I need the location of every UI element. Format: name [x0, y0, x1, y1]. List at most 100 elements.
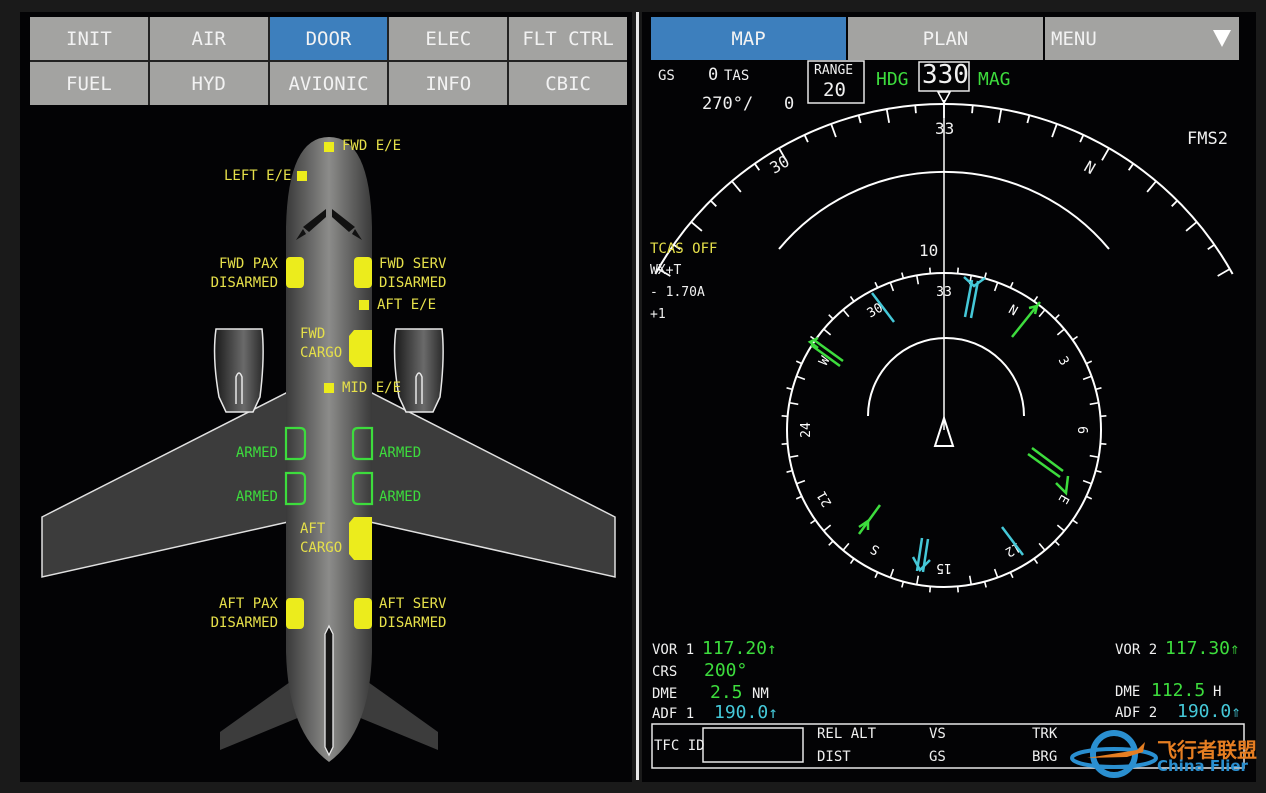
- aft-pax-label: AFT PAX DISARMED: [210, 596, 278, 631]
- wind-speed: 0: [784, 94, 795, 114]
- rose-tick: [915, 275, 920, 285]
- left-engine: [213, 328, 264, 413]
- outer-tick: [830, 123, 837, 138]
- fwd-pax-door: [286, 257, 304, 288]
- rose-label: 30: [865, 301, 886, 322]
- rose-tick: [842, 542, 850, 551]
- rose-tick: [1056, 328, 1065, 336]
- rose-tick-outer: [1072, 335, 1078, 341]
- vor1-freq: 117.20↑: [702, 638, 777, 659]
- dme2-unit: H: [1213, 684, 1222, 700]
- rose-tick-outer: [1100, 414, 1107, 418]
- rose-tick-outer: [828, 540, 834, 546]
- overwing-left-1-status: ARMED: [235, 445, 278, 461]
- gs-traffic-label: GS: [929, 749, 946, 765]
- rose-tick: [1082, 479, 1092, 485]
- range-value[interactable]: 20: [823, 79, 846, 101]
- dme1-label: DME: [652, 686, 678, 702]
- outer-tick: [1146, 180, 1157, 193]
- rel-alt-label: REL ALT: [817, 726, 877, 742]
- fwd-pax-label: FWD PAX DISARMED: [210, 256, 278, 291]
- rose-tick: [789, 401, 799, 406]
- rose-tick-outer: [1095, 469, 1102, 473]
- rose-label: 24: [799, 422, 814, 438]
- rose-tick-outer: [983, 272, 987, 279]
- aft-serv-label: AFT SERV DISARMED: [379, 596, 447, 631]
- rose-label: 15: [936, 560, 952, 575]
- overwing-right-1-status: ARMED: [379, 445, 422, 461]
- aft-ee-hatch: [359, 300, 369, 310]
- brg-label: BRG: [1032, 749, 1058, 765]
- adf1-freq: 190.0↑: [714, 702, 778, 723]
- navigation-display-panel: MAP PLAN MENU 33 N 3 6 E 12 15 S 21 24 W 30: [642, 12, 1257, 782]
- outer-tick: [1051, 123, 1058, 138]
- adf2-bearing-pointer-icon: [871, 292, 1024, 556]
- panel-divider: [636, 12, 639, 780]
- rose-tick-outer: [1095, 387, 1102, 391]
- rose-tick-outer: [1100, 442, 1107, 446]
- aft-serv-door: [354, 598, 372, 629]
- adf1-label: ADF 1: [652, 706, 695, 722]
- rose-tick-outer: [786, 387, 793, 391]
- range-ring-label: 10: [919, 241, 939, 260]
- vor1-bearing-pointer-icon: [807, 336, 1070, 496]
- aft-cargo-label: AFT CARGO: [300, 521, 343, 556]
- adf2-label: ADF 2: [1115, 705, 1158, 721]
- rose-tick-outer: [928, 586, 932, 593]
- tas-label: TAS: [724, 68, 750, 84]
- outer-tick: [1185, 221, 1198, 232]
- outer-tick: [1026, 115, 1031, 124]
- trk-label: TRK: [1032, 726, 1058, 742]
- rose-tick-outer: [874, 281, 879, 289]
- tcas-status: TCAS OFF: [650, 241, 718, 257]
- outer-tick: [803, 134, 809, 143]
- outer-tick: [1101, 147, 1110, 161]
- rose-label: E: [1055, 492, 1072, 506]
- outer-tick: [971, 105, 974, 114]
- rose-tick-outer: [795, 495, 803, 500]
- tfc-id-field[interactable]: [702, 727, 804, 763]
- vs-label: VS: [929, 726, 946, 742]
- rose-tick: [823, 328, 832, 336]
- dme1-value: 2.5: [710, 682, 743, 703]
- left-stabilizer: [220, 682, 300, 750]
- gs-label: GS: [658, 68, 675, 84]
- mag-label: MAG: [978, 69, 1011, 90]
- rose-tick-outer: [1085, 495, 1093, 500]
- left-ee-label: LEFT E/E: [224, 168, 292, 184]
- rose-tick-outer: [901, 581, 905, 588]
- rose-tick-outer: [781, 442, 788, 446]
- vor1-label: VOR 1: [652, 642, 695, 658]
- rose-tick: [889, 282, 895, 292]
- aft-cargo-door: [349, 517, 372, 560]
- watermark-logo: [1067, 724, 1162, 788]
- rose-tick-outer: [1009, 571, 1014, 579]
- rose-tick: [842, 309, 850, 318]
- left-wing: [41, 390, 289, 578]
- outer-tick: [1217, 268, 1231, 277]
- rose-tick-outer: [1085, 360, 1093, 365]
- dist-label: DIST: [817, 749, 851, 765]
- dme1-unit: NM: [752, 686, 769, 702]
- door-synoptic-panel: INIT AIR DOOR ELEC FLT CTRL FUEL HYD AVI…: [20, 12, 632, 782]
- rose-tick-outer: [1072, 519, 1078, 525]
- rose-tick-outer: [956, 267, 960, 274]
- rose-tick-outer: [956, 586, 960, 593]
- rose-label: S: [868, 541, 882, 558]
- rose-tick-outer: [849, 558, 855, 564]
- outer-label-33: 33: [935, 119, 955, 138]
- outer-tick: [1127, 163, 1135, 171]
- vor2-bearing-pointer-icon: [911, 276, 986, 573]
- rose-tick: [1056, 524, 1065, 532]
- rose-label: 3: [1055, 354, 1072, 368]
- outer-tick: [1171, 200, 1178, 207]
- right-engine: [393, 328, 444, 413]
- vor2-freq: 117.30⇑: [1165, 638, 1240, 659]
- fwd-ee-label: FWD E/E: [342, 138, 402, 154]
- rose-label: 6: [1074, 426, 1089, 434]
- rose-tick-outer: [1009, 281, 1014, 289]
- hdg-label: HDG: [876, 69, 909, 90]
- watermark-en: China Flier: [1157, 757, 1248, 775]
- wx-mode: WX+T: [650, 263, 682, 278]
- crs-label: CRS: [652, 664, 678, 680]
